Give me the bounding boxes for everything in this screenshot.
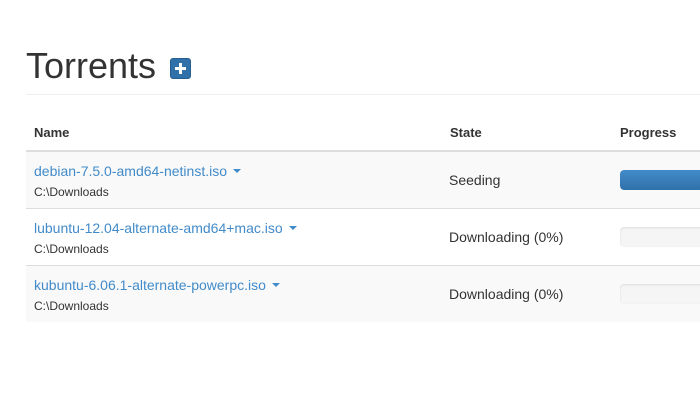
torrents-page: Torrents Name State Progress debian-7.5.…: [0, 0, 700, 400]
torrent-name-link[interactable]: debian-7.5.0-amd64-netinst.iso: [34, 162, 227, 180]
torrent-name-cell: kubuntu-6.06.1-alternate-powerpc.iso C:\…: [34, 276, 280, 314]
caret-down-icon[interactable]: [233, 168, 242, 173]
table-header: Name State Progress: [26, 114, 700, 152]
progress-track: [620, 284, 700, 304]
table-row: lubuntu-12.04-alternate-amd64+mac.iso C:…: [26, 209, 700, 266]
progress-track: [620, 227, 700, 247]
column-header-name: Name: [34, 125, 70, 140]
table-row: debian-7.5.0-amd64-netinst.iso C:\Downlo…: [26, 152, 700, 209]
torrent-state: Downloading (0%): [449, 229, 564, 245]
torrent-name-link[interactable]: lubuntu-12.04-alternate-amd64+mac.iso: [34, 219, 283, 237]
torrent-state: Seeding: [449, 172, 501, 188]
progress-bar: [620, 170, 700, 190]
torrents-table: Name State Progress debian-7.5.0-amd64-n…: [26, 114, 700, 322]
caret-down-icon[interactable]: [271, 282, 280, 287]
add-torrent-button[interactable]: [170, 58, 191, 79]
torrent-state: Downloading (0%): [449, 286, 564, 302]
download-path: C:\Downloads: [34, 185, 109, 199]
progress-track: [620, 170, 700, 190]
torrent-name-link[interactable]: kubuntu-6.06.1-alternate-powerpc.iso: [34, 276, 266, 294]
page-header: Torrents: [26, 40, 700, 95]
download-path: C:\Downloads: [34, 299, 109, 313]
caret-down-icon[interactable]: [288, 225, 297, 230]
table-row: kubuntu-6.06.1-alternate-powerpc.iso C:\…: [26, 266, 700, 322]
page-title: Torrents: [26, 45, 157, 86]
column-header-progress: Progress: [620, 125, 677, 140]
column-header-state: State: [450, 125, 482, 140]
download-path: C:\Downloads: [34, 242, 109, 256]
torrent-name-cell: debian-7.5.0-amd64-netinst.iso C:\Downlo…: [34, 162, 242, 200]
torrent-name-cell: lubuntu-12.04-alternate-amd64+mac.iso C:…: [34, 219, 297, 257]
